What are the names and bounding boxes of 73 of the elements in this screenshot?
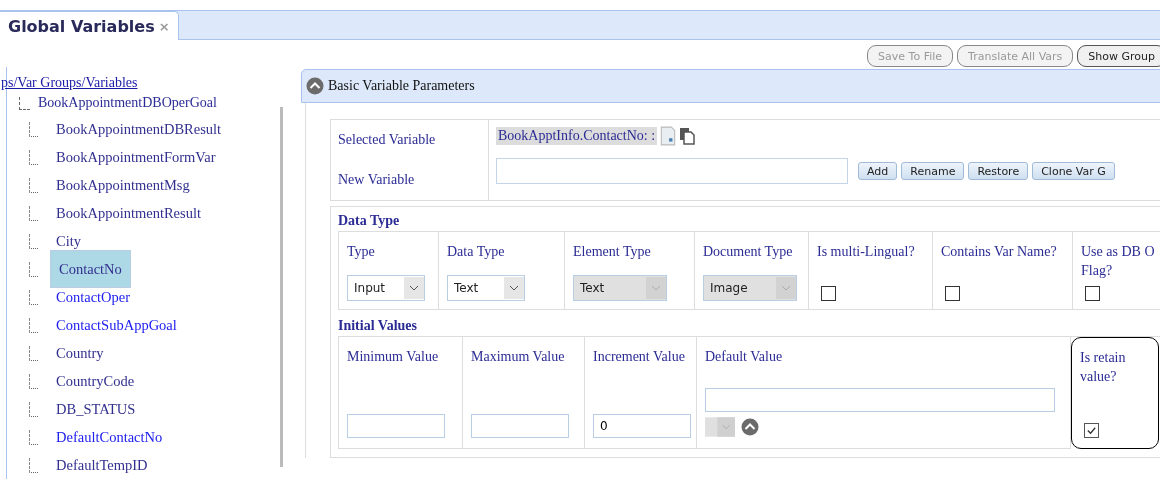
field-label: Increment Value xyxy=(593,348,686,366)
tree-connector-icon xyxy=(29,205,38,221)
tree-connector-icon xyxy=(19,96,30,110)
tree-connector-icon xyxy=(29,149,38,165)
section-title: Data Type xyxy=(338,213,401,229)
tree-item[interactable]: DefaultContactNo xyxy=(50,425,169,449)
checkbox[interactable] xyxy=(1085,286,1100,301)
tree-connector-icon xyxy=(29,261,38,277)
tree-item[interactable]: BookAppointmentDBOperGoal xyxy=(38,95,217,111)
action-button[interactable]: Add xyxy=(858,162,898,180)
copy-icon[interactable] xyxy=(679,126,696,146)
tree-item[interactable]: CountryCode xyxy=(50,369,141,393)
panel-title: Basic Variable Parameters xyxy=(328,78,475,94)
tree-item[interactable]: DefaultTempID xyxy=(50,453,154,477)
field-label: Type xyxy=(347,243,376,261)
tree-connector-icon xyxy=(29,429,38,445)
input-field[interactable] xyxy=(347,414,445,438)
tree-connector-icon xyxy=(29,317,38,333)
dropdown[interactable]: Input xyxy=(347,275,425,301)
action-button[interactable]: Rename xyxy=(901,162,965,180)
default-value-input[interactable] xyxy=(705,388,1055,412)
tree-connector-icon xyxy=(29,177,38,193)
dropdown[interactable] xyxy=(705,416,735,438)
tree-connector-icon xyxy=(29,289,38,305)
field-label: Is retain value? xyxy=(1080,349,1127,386)
tree-item[interactable]: BookAppointmentDBResult xyxy=(50,117,228,141)
field-label: Element Type xyxy=(573,243,652,261)
breadcrumb-link[interactable]: ps/Var Groups/Variables xyxy=(1,75,293,91)
input-field[interactable] xyxy=(471,414,569,438)
tree-item[interactable]: DB_STATUS xyxy=(50,397,142,421)
field-label: Use as DB O Flag? xyxy=(1081,243,1156,280)
tree-connector-icon xyxy=(29,121,38,137)
caret-icon[interactable] xyxy=(404,277,424,299)
field-label: Is multi-Lingual? xyxy=(817,243,916,261)
field-label: Document Type xyxy=(703,243,794,261)
checkbox[interactable] xyxy=(945,286,960,301)
tree-item[interactable]: BookAppointmentMsg xyxy=(50,173,196,197)
collapse-icon[interactable] xyxy=(306,77,324,95)
input-field[interactable]: 0 xyxy=(593,414,691,438)
action-button[interactable]: Restore xyxy=(968,162,1029,180)
tree-connector-icon xyxy=(29,345,38,361)
toolbar-button[interactable]: Show Group xyxy=(1077,45,1160,67)
action-button[interactable]: Clone Var G xyxy=(1032,162,1115,180)
panel-header[interactable]: Basic Variable Parameters xyxy=(301,69,1160,103)
collapse-icon[interactable] xyxy=(741,418,759,436)
tree-item[interactable]: Country xyxy=(50,341,110,365)
checkbox[interactable] xyxy=(821,286,836,301)
dropdown[interactable]: Text xyxy=(447,275,525,301)
tree-item[interactable]: City xyxy=(50,229,87,253)
field-label: Minimum Value xyxy=(347,348,440,366)
tree-item[interactable]: ContactSubAppGoal xyxy=(50,313,183,337)
document-icon[interactable] xyxy=(660,126,677,146)
section-title: Initial Values xyxy=(338,318,418,334)
field-label: Default Value xyxy=(705,348,784,366)
tree-item[interactable]: ContactOper xyxy=(50,285,137,309)
tree-connector-icon xyxy=(29,373,38,389)
tree-connector-icon xyxy=(29,457,38,473)
tree-item[interactable]: ContactNo xyxy=(50,250,131,288)
tree-item[interactable]: BookAppointmentFormVar xyxy=(50,145,222,169)
checkbox[interactable] xyxy=(1084,423,1099,438)
tree-item[interactable]: BookAppointmentResult xyxy=(50,201,207,225)
field-label: Maximum Value xyxy=(471,348,566,366)
scrollbar[interactable] xyxy=(280,107,283,467)
new-variable-input[interactable] xyxy=(496,158,848,184)
field-label: Selected Variable xyxy=(338,132,437,148)
tree-connector-icon xyxy=(29,401,38,417)
tree-connector-icon xyxy=(29,233,38,249)
field-label: Data Type xyxy=(447,243,506,261)
tab[interactable]: Global Variables × xyxy=(0,11,179,40)
selected-variable-value: BookApptInfo.ContactNo: : xyxy=(496,127,658,145)
caret-icon[interactable] xyxy=(504,277,524,299)
field-label: New Variable xyxy=(338,172,416,188)
field-label: Contains Var Name? xyxy=(941,243,1058,261)
